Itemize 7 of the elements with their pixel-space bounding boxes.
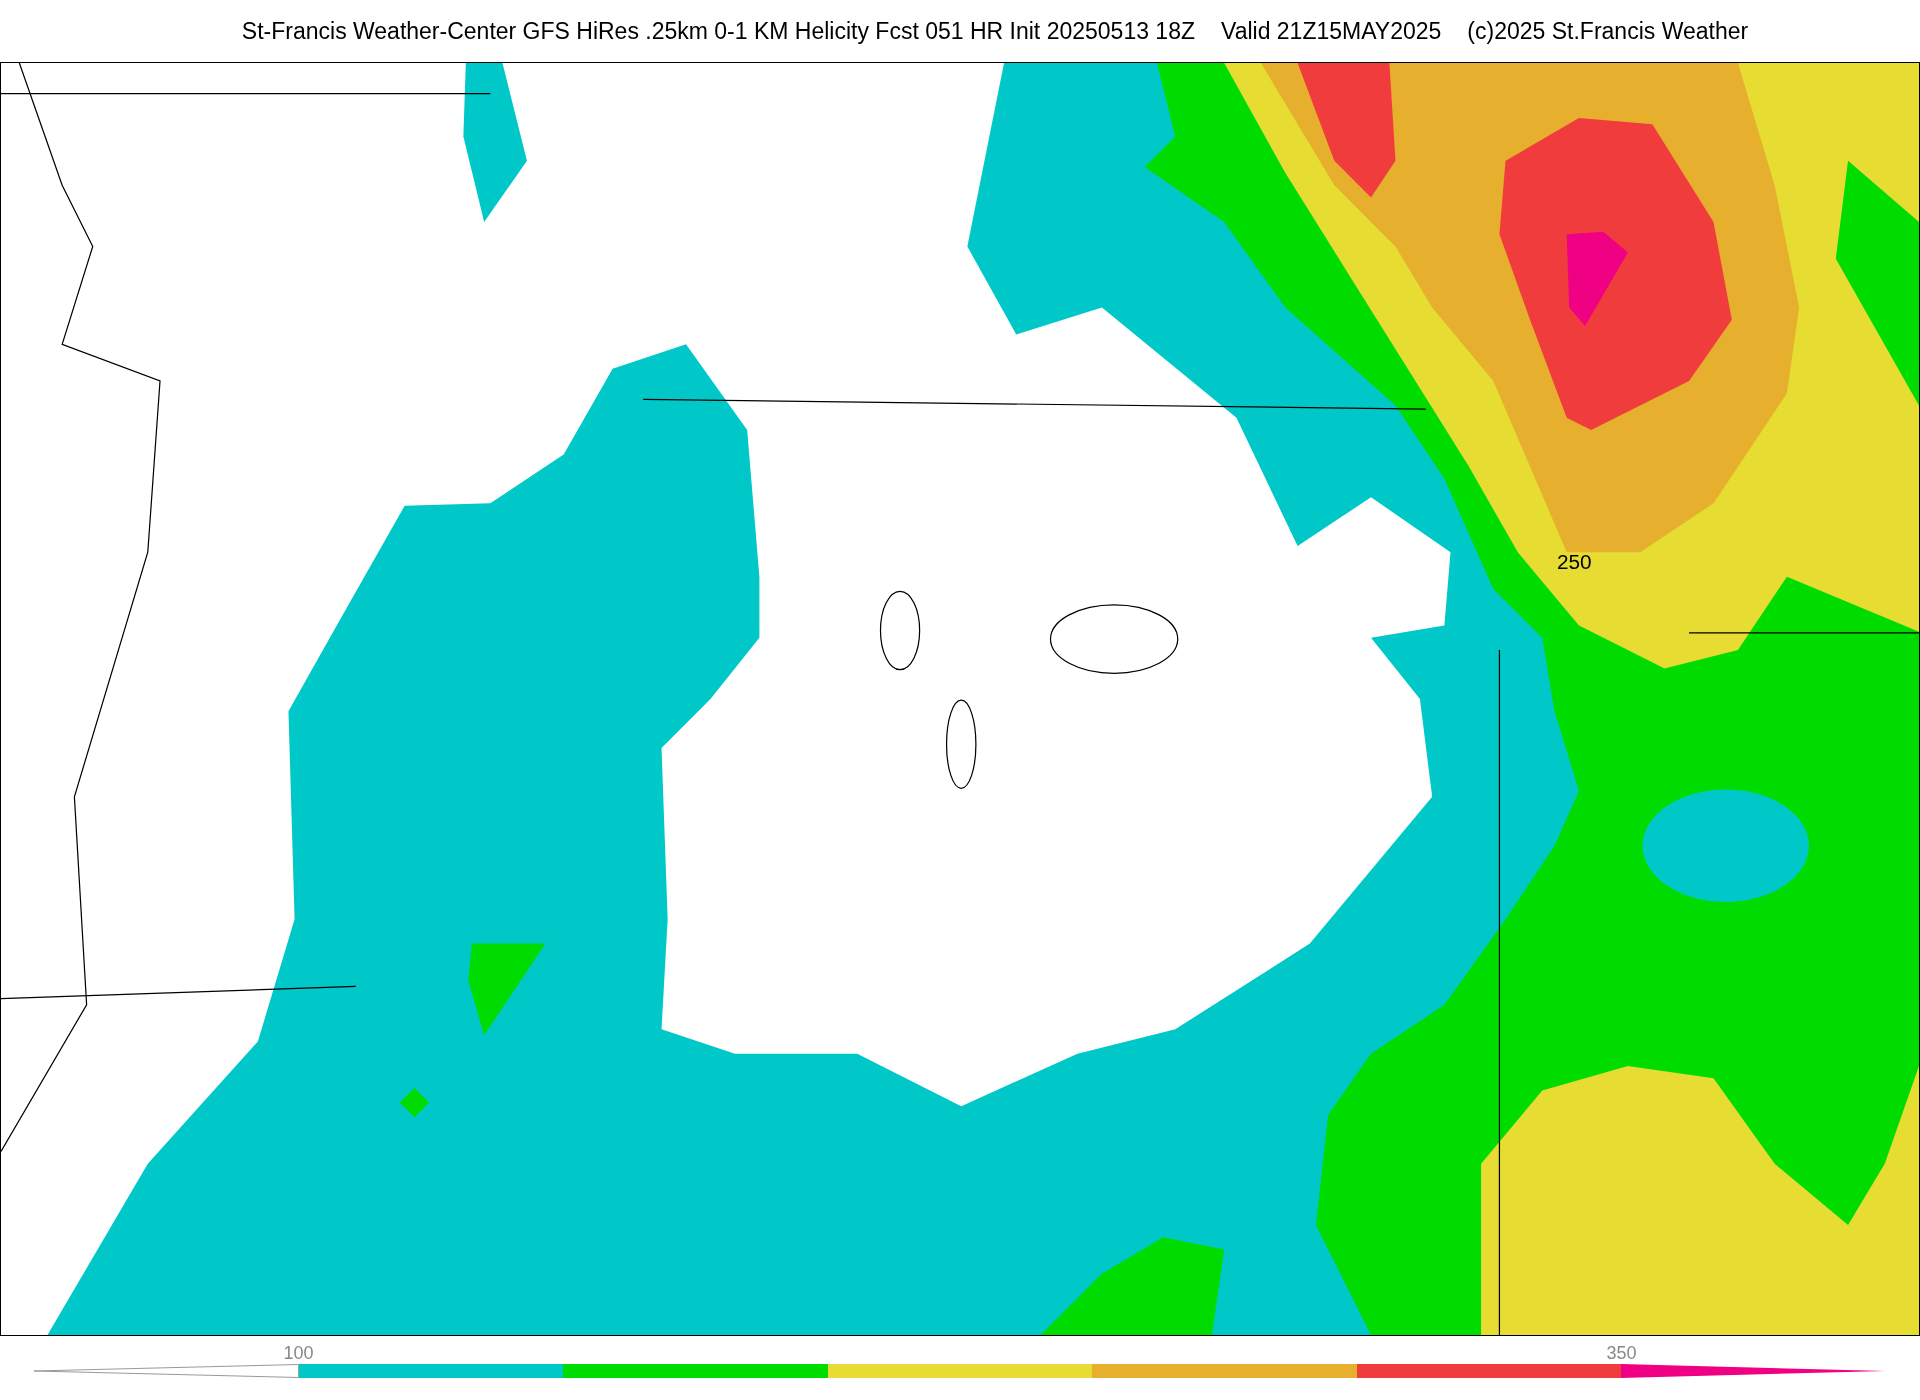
helicity-contour-area [399,1087,430,1118]
valid-time: Valid 21Z15MAY2025 [1221,16,1442,46]
map-title: St-Francis Weather-Center GFS HiRes .25km 0-1 KM Helicity Fcst 051 HR Init 20250513 18Z [241,16,1195,46]
contour-label: 250 [1556,550,1592,574]
colorbar-tick-label: 100 [283,1342,314,1365]
colorbar-tick-label: 350 [1606,1342,1637,1365]
copyright-text: (c)2025 St.Francis Weather [1467,16,1749,46]
